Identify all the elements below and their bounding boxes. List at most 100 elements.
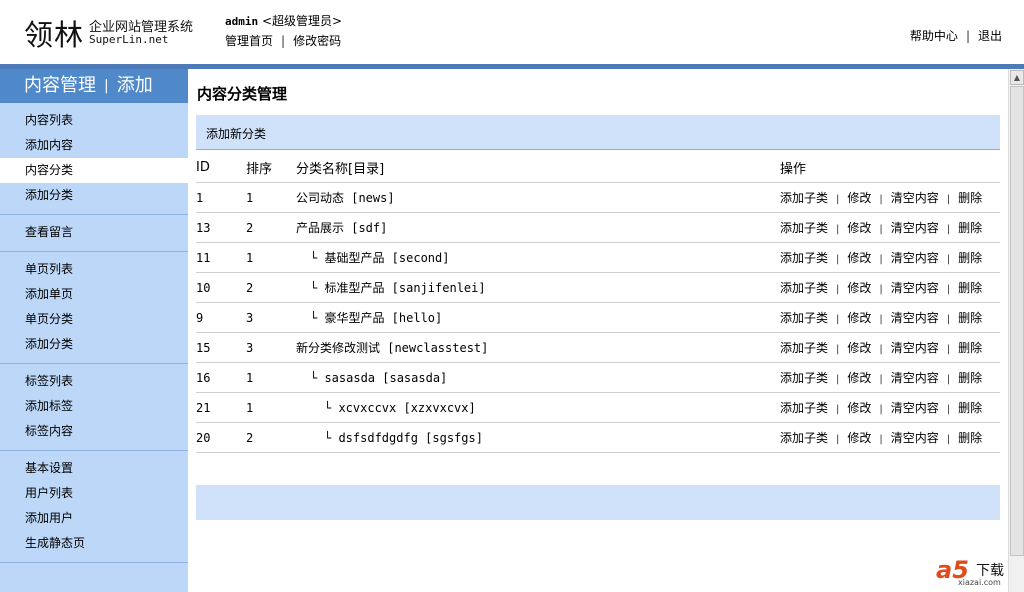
table-header-row: ID 排序 分类名称[目录] 操作 bbox=[196, 153, 1000, 183]
separator: | bbox=[879, 314, 883, 325]
edit-link[interactable]: 修改 bbox=[847, 401, 871, 415]
edit-link[interactable]: 修改 bbox=[847, 191, 871, 205]
edit-link[interactable]: 修改 bbox=[847, 251, 871, 265]
sidebar-title-add[interactable]: 添加 bbox=[117, 75, 153, 96]
separator: | bbox=[879, 194, 883, 205]
separator: | bbox=[879, 344, 883, 355]
separator: | bbox=[946, 254, 951, 265]
add-subcategory-link[interactable]: 添加子类 bbox=[780, 221, 828, 235]
clear-content-link[interactable]: 清空内容 bbox=[891, 251, 939, 265]
separator: | bbox=[836, 344, 840, 355]
sidebar-item-page-category[interactable]: 单页分类 bbox=[0, 307, 188, 332]
delete-link[interactable]: 删除 bbox=[958, 311, 982, 325]
clear-content-link[interactable]: 清空内容 bbox=[891, 371, 939, 385]
sidebar-group-tags: 标签列表 添加标签 标签内容 bbox=[0, 364, 188, 451]
add-subcategory-link[interactable]: 添加子类 bbox=[780, 191, 828, 205]
add-subcategory-link[interactable]: 添加子类 bbox=[780, 401, 828, 415]
column-header-id: ID bbox=[196, 153, 246, 183]
cell-category-name: └ dsfsdfdgdfg [sgsfgs] bbox=[296, 422, 780, 453]
cell-id: 16 bbox=[196, 362, 246, 393]
add-category-link[interactable]: 添加新分类 bbox=[206, 125, 266, 142]
watermark-url: xiazai.com bbox=[958, 578, 1001, 587]
main-content: 内容分类管理 添加新分类 ID 排序 分类名称[目录] 操作 1 1 公司动态 [n… bbox=[188, 69, 1008, 592]
sidebar-group-content: 内容列表 添加内容 内容分类 添加分类 bbox=[0, 103, 188, 215]
sidebar-item-add-user[interactable]: 添加用户 bbox=[0, 506, 188, 531]
add-subcategory-link[interactable]: 添加子类 bbox=[780, 251, 828, 265]
scrollbar-thumb[interactable] bbox=[1010, 86, 1024, 556]
separator: | bbox=[946, 404, 951, 415]
sidebar-item-page-list[interactable]: 单页列表 bbox=[0, 257, 188, 282]
separator: | bbox=[965, 29, 970, 43]
edit-link[interactable]: 修改 bbox=[847, 281, 871, 295]
delete-link[interactable]: 删除 bbox=[958, 221, 982, 235]
add-subcategory-link[interactable]: 添加子类 bbox=[780, 371, 828, 385]
delete-link[interactable]: 删除 bbox=[958, 251, 982, 265]
separator: | bbox=[879, 404, 883, 415]
sidebar-item-content-category[interactable]: 内容分类 bbox=[0, 158, 188, 183]
table-row: 10 2 └ 标准型产品 [sanjifenlei] 添加子类 | 修改 | 清空内容 | 删除 bbox=[196, 272, 1000, 303]
edit-link[interactable]: 修改 bbox=[847, 311, 871, 325]
edit-link[interactable]: 修改 bbox=[847, 221, 871, 235]
separator: | bbox=[836, 374, 840, 385]
vertical-scrollbar[interactable]: ▲ bbox=[1008, 69, 1024, 592]
clear-content-link[interactable]: 清空内容 bbox=[891, 311, 939, 325]
clear-content-link[interactable]: 清空内容 bbox=[891, 221, 939, 235]
sidebar-item-add-page[interactable]: 添加单页 bbox=[0, 282, 188, 307]
sidebar-item-basic-settings[interactable]: 基本设置 bbox=[0, 456, 188, 481]
separator: | bbox=[946, 434, 951, 445]
delete-link[interactable]: 删除 bbox=[958, 191, 982, 205]
cell-actions: 添加子类 | 修改 | 清空内容 | 删除 bbox=[780, 392, 1000, 423]
sidebar-item-add-page-category[interactable]: 添加分类 bbox=[0, 332, 188, 357]
sidebar-item-add-category[interactable]: 添加分类 bbox=[0, 183, 188, 208]
separator: | bbox=[836, 404, 840, 415]
add-subcategory-link[interactable]: 添加子类 bbox=[780, 341, 828, 355]
sidebar-title-content[interactable]: 内容管理 bbox=[24, 75, 96, 96]
column-header-name: 分类名称[目录] bbox=[296, 153, 780, 183]
delete-link[interactable]: 删除 bbox=[958, 371, 982, 385]
add-subcategory-link[interactable]: 添加子类 bbox=[780, 281, 828, 295]
cell-actions: 添加子类 | 修改 | 清空内容 | 删除 bbox=[780, 242, 1000, 273]
cell-category-name: 新分类修改测试 [newclasstest] bbox=[296, 332, 780, 363]
edit-link[interactable]: 修改 bbox=[847, 341, 871, 355]
delete-link[interactable]: 删除 bbox=[958, 281, 982, 295]
clear-content-link[interactable]: 清空内容 bbox=[891, 431, 939, 445]
cell-order: 1 bbox=[246, 182, 296, 213]
admin-home-link[interactable]: 管理首页 bbox=[225, 34, 273, 48]
sidebar-item-view-messages[interactable]: 查看留言 bbox=[0, 220, 188, 245]
cell-actions: 添加子类 | 修改 | 清空内容 | 删除 bbox=[780, 212, 1000, 243]
cell-actions: 添加子类 | 修改 | 清空内容 | 删除 bbox=[780, 362, 1000, 393]
cell-category-name: 产品展示 [sdf] bbox=[296, 212, 780, 243]
sidebar-item-tag-list[interactable]: 标签列表 bbox=[0, 369, 188, 394]
sidebar-item-add-content[interactable]: 添加内容 bbox=[0, 133, 188, 158]
category-name-text: └ 标准型产品 [sanjifenlei] bbox=[310, 281, 486, 295]
cell-id: 21 bbox=[196, 392, 246, 423]
help-center-link[interactable]: 帮助中心 bbox=[910, 29, 958, 43]
header: 领林 企业网站管理系统 SuperLin.net admin <超级管理员> 管… bbox=[0, 0, 1024, 64]
scroll-up-arrow-icon[interactable]: ▲ bbox=[1010, 70, 1024, 85]
sidebar-item-generate-static[interactable]: 生成静态页 bbox=[0, 531, 188, 556]
separator: | bbox=[946, 224, 951, 235]
add-subcategory-link[interactable]: 添加子类 bbox=[780, 311, 828, 325]
clear-content-link[interactable]: 清空内容 bbox=[891, 341, 939, 355]
logout-link[interactable]: 退出 bbox=[978, 29, 1002, 43]
sidebar-item-content-list[interactable]: 内容列表 bbox=[0, 108, 188, 133]
cell-order: 1 bbox=[246, 242, 296, 273]
edit-link[interactable]: 修改 bbox=[847, 431, 871, 445]
sidebar-item-tag-content[interactable]: 标签内容 bbox=[0, 419, 188, 444]
clear-content-link[interactable]: 清空内容 bbox=[891, 281, 939, 295]
sidebar-item-user-list[interactable]: 用户列表 bbox=[0, 481, 188, 506]
sidebar-group-pages: 单页列表 添加单页 单页分类 添加分类 bbox=[0, 252, 188, 364]
clear-content-link[interactable]: 清空内容 bbox=[891, 401, 939, 415]
cell-category-name: └ sasasda [sasasda] bbox=[296, 362, 780, 393]
separator: | bbox=[281, 34, 286, 48]
sidebar-item-add-tag[interactable]: 添加标签 bbox=[0, 394, 188, 419]
edit-link[interactable]: 修改 bbox=[847, 371, 871, 385]
cell-id: 10 bbox=[196, 272, 246, 303]
delete-link[interactable]: 删除 bbox=[958, 401, 982, 415]
change-password-link[interactable]: 修改密码 bbox=[293, 34, 341, 48]
cell-id: 1 bbox=[196, 182, 246, 213]
add-subcategory-link[interactable]: 添加子类 bbox=[780, 431, 828, 445]
clear-content-link[interactable]: 清空内容 bbox=[891, 191, 939, 205]
delete-link[interactable]: 删除 bbox=[958, 341, 982, 355]
delete-link[interactable]: 删除 bbox=[958, 431, 982, 445]
